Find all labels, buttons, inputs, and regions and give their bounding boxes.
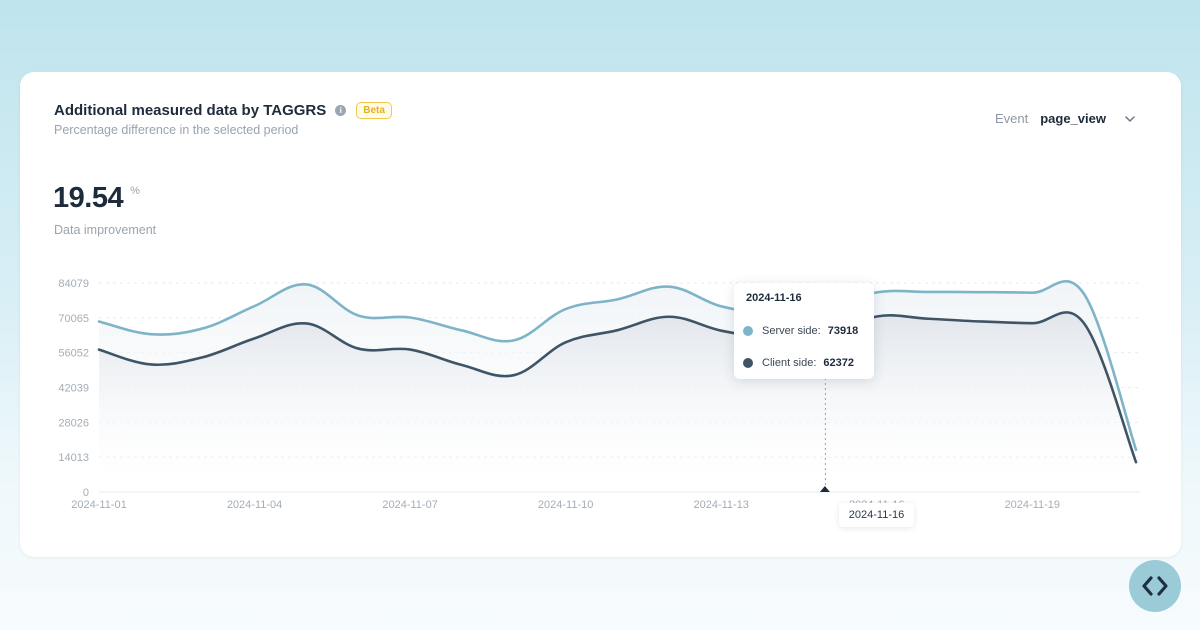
tooltip-row-client: Client side: 62372: [743, 357, 854, 369]
client-legend-dot: [743, 358, 753, 368]
x-tick-label: 2024-11-10: [538, 499, 593, 511]
y-tick-label: 14013: [58, 452, 89, 464]
chart-tooltip: 2024-11-16 Server side: 73918 Client sid…: [734, 283, 874, 379]
tooltip-row-server: Server side: 73918: [743, 325, 858, 337]
tooltip-server-label: Server side:: [762, 325, 821, 337]
y-tick-label: 28026: [58, 417, 89, 429]
code-chevrons-icon: [1142, 576, 1168, 596]
line-chart[interactable]: 0 14013 28026 42039 56052 70065 84079 2024-11-0…: [0, 0, 1200, 630]
y-tick-label: 0: [83, 487, 89, 499]
y-tick-label: 56052: [58, 348, 89, 360]
x-tick-label: 2024-11-01: [71, 499, 126, 511]
hover-x-label: 2024-11-16: [839, 503, 914, 527]
x-tick-label: 2024-11-19: [1005, 499, 1060, 511]
tooltip-client-value: 62372: [823, 357, 855, 369]
y-tick-label: 42039: [58, 383, 89, 395]
y-tick-label: 70065: [58, 313, 89, 325]
x-tick-label: 2024-11-07: [382, 499, 437, 511]
code-chevrons-button[interactable]: [1129, 560, 1181, 612]
tooltip-server-value: 73918: [827, 325, 859, 337]
server-legend-dot: [743, 326, 753, 336]
tooltip-date: 2024-11-16: [746, 292, 802, 304]
y-tick-label: 84079: [58, 278, 89, 290]
x-tick-label: 2024-11-04: [227, 499, 282, 511]
x-tick-label: 2024-11-13: [693, 499, 748, 511]
tooltip-client-label: Client side:: [762, 357, 817, 369]
